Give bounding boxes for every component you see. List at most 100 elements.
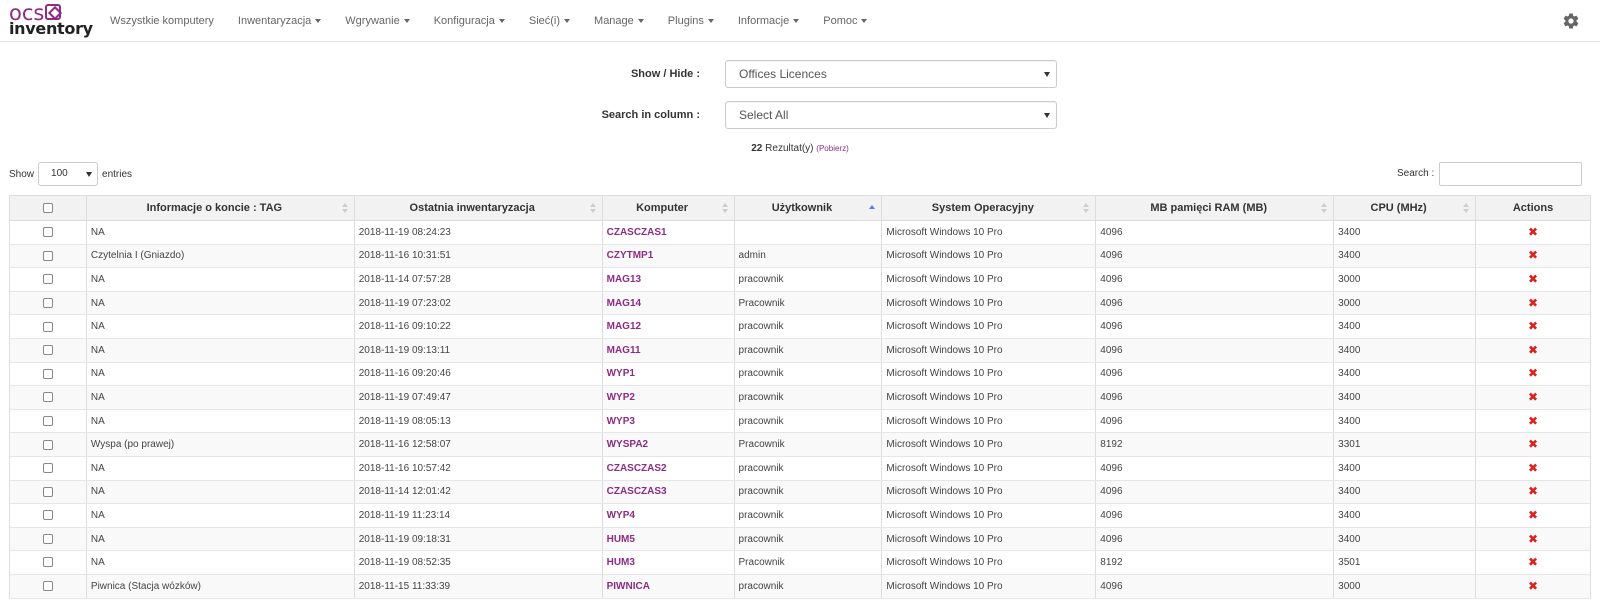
table-row: NA 2018-11-19 09:13:11 MAG11 pracownik Micro…	[9, 338, 1591, 363]
actions-cell: ✖	[1475, 480, 1591, 505]
row-checkbox[interactable]	[42, 581, 53, 592]
delete-icon[interactable]: ✖	[1528, 462, 1538, 474]
cpu-cell: 3000	[1333, 574, 1477, 599]
delete-icon[interactable]: ✖	[1528, 226, 1538, 238]
table-search-input[interactable]	[1439, 162, 1582, 186]
computer-link[interactable]: WYP4	[601, 503, 735, 528]
column-header[interactable]: MB pamięci RAM (MB)	[1095, 195, 1335, 221]
table-search-label: Search :	[1397, 168, 1435, 179]
ram-cell: 4096	[1095, 291, 1335, 316]
nav-item-sieć-i-[interactable]: Sieć(i)	[517, 0, 582, 42]
ram-cell: 8192	[1095, 550, 1335, 575]
nav-item-inwentaryzacja[interactable]: Inwentaryzacja	[226, 0, 333, 42]
actions-cell: ✖	[1475, 338, 1591, 363]
computer-link[interactable]: WYSPA2	[601, 432, 735, 457]
table-row: NA 2018-11-19 08:24:23 CZASCZAS1 Microsoft …	[9, 220, 1591, 245]
show-hide-select[interactable]: Offices Licences	[725, 60, 1057, 88]
actions-cell: ✖	[1475, 291, 1591, 316]
select-all-checkbox[interactable]	[42, 203, 53, 214]
computer-link[interactable]: CZASCZAS3	[601, 480, 735, 505]
nav-item-plugins[interactable]: Plugins	[656, 0, 726, 42]
computer-link[interactable]: WYP3	[601, 409, 735, 434]
row-checkbox[interactable]	[42, 557, 53, 568]
computer-link[interactable]: WYP2	[601, 385, 735, 410]
tag-cell: NA	[85, 267, 355, 292]
row-checkbox[interactable]	[42, 321, 53, 332]
row-checkbox[interactable]	[42, 510, 53, 521]
row-checkbox[interactable]	[42, 463, 53, 474]
column-header[interactable]: Użytkownik	[733, 195, 883, 221]
delete-icon[interactable]: ✖	[1528, 415, 1538, 427]
row-checkbox[interactable]	[42, 533, 53, 544]
delete-icon[interactable]: ✖	[1528, 344, 1538, 356]
last-inventory-cell: 2018-11-19 11:23:14	[353, 503, 603, 528]
computer-link[interactable]: PIWNICA	[601, 574, 735, 599]
gear-icon[interactable]	[1562, 12, 1580, 30]
user-cell: pracownik	[733, 456, 883, 481]
row-checkbox[interactable]	[42, 227, 53, 238]
delete-icon[interactable]: ✖	[1528, 249, 1538, 261]
column-header[interactable]: CPU (MHz)	[1333, 195, 1477, 221]
computer-link[interactable]: CZASCZAS2	[601, 456, 735, 481]
delete-icon[interactable]: ✖	[1528, 297, 1538, 309]
column-header[interactable]: Informacje o koncie : TAG	[85, 195, 355, 221]
ram-cell: 4096	[1095, 338, 1335, 363]
nav-item-wgrywanie[interactable]: Wgrywanie	[333, 0, 421, 42]
delete-icon[interactable]: ✖	[1528, 367, 1538, 379]
tag-cell: NA	[85, 338, 355, 363]
user-cell: pracownik	[733, 362, 883, 387]
nav-item-manage[interactable]: Manage	[582, 0, 656, 42]
delete-icon[interactable]: ✖	[1528, 485, 1538, 497]
computer-link[interactable]: HUM3	[601, 550, 735, 575]
ram-cell: 4096	[1095, 409, 1335, 434]
delete-icon[interactable]: ✖	[1528, 320, 1538, 332]
delete-icon[interactable]: ✖	[1528, 556, 1538, 568]
last-inventory-cell: 2018-11-15 11:33:39	[353, 574, 603, 599]
row-checkbox[interactable]	[42, 439, 53, 450]
delete-icon[interactable]: ✖	[1528, 580, 1538, 592]
delete-icon[interactable]: ✖	[1528, 273, 1538, 285]
row-checkbox[interactable]	[42, 297, 53, 308]
actions-cell: ✖	[1475, 456, 1591, 481]
computer-link[interactable]: CZASCZAS1	[601, 220, 735, 245]
computer-link[interactable]: WYP1	[601, 362, 735, 387]
table-row: Czytelnia I (Gniazdo) 2018-11-16 10:31:51…	[9, 244, 1591, 269]
delete-icon[interactable]: ✖	[1528, 509, 1538, 521]
row-select-cell	[9, 550, 87, 575]
nav-item-wszystkie-komputery[interactable]: Wszystkie komputery	[98, 0, 226, 42]
row-checkbox[interactable]	[42, 486, 53, 497]
os-cell: Microsoft Windows 10 Pro	[881, 362, 1097, 387]
column-header[interactable]: Ostatnia inwentaryzacja	[353, 195, 603, 221]
search-column-select[interactable]: Select All	[725, 101, 1057, 129]
row-select-cell	[9, 574, 87, 599]
nav-item-konfiguracja[interactable]: Konfiguracja	[422, 0, 517, 42]
computer-link[interactable]: HUM5	[601, 527, 735, 552]
cpu-cell: 3400	[1333, 244, 1477, 269]
row-checkbox[interactable]	[42, 392, 53, 403]
nav-item-informacje[interactable]: Informacje	[726, 0, 811, 42]
computer-link[interactable]: CZYTMP1	[601, 244, 735, 269]
entries-select[interactable]: 100	[38, 162, 99, 186]
download-link[interactable]: (Pobierz)	[816, 144, 848, 153]
delete-icon[interactable]: ✖	[1528, 533, 1538, 545]
computer-link[interactable]: MAG11	[601, 338, 735, 363]
delete-icon[interactable]: ✖	[1528, 391, 1538, 403]
row-checkbox[interactable]	[42, 345, 53, 356]
nav-item-pomoc[interactable]: Pomoc	[811, 0, 879, 42]
ocs-inventory-logo[interactable]: ocs inventory	[9, 3, 93, 39]
row-checkbox[interactable]	[42, 250, 53, 261]
row-checkbox[interactable]	[42, 274, 53, 285]
computer-link[interactable]: MAG14	[601, 291, 735, 316]
delete-icon[interactable]: ✖	[1528, 438, 1538, 450]
column-header[interactable]: Komputer	[601, 195, 735, 221]
computer-link[interactable]: MAG13	[601, 267, 735, 292]
row-checkbox[interactable]	[42, 415, 53, 426]
ram-cell: 4096	[1095, 314, 1335, 339]
computer-link[interactable]: MAG12	[601, 314, 735, 339]
row-checkbox[interactable]	[42, 368, 53, 379]
column-header[interactable]: System Operacyjny	[881, 195, 1097, 221]
table-row: NA 2018-11-14 12:01:42 CZASCZAS3 pracownik M…	[9, 480, 1591, 505]
show-label: Show	[9, 168, 35, 180]
search-column-label: Search in column :	[601, 109, 700, 121]
actions-cell: ✖	[1475, 244, 1591, 269]
